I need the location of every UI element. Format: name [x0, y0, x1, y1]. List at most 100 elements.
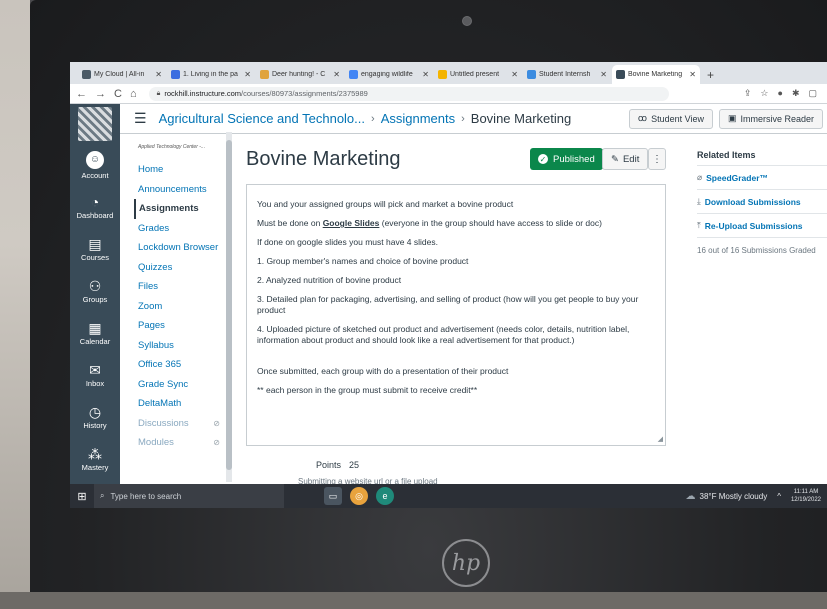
home-icon[interactable]: ⌂ [130, 88, 137, 100]
student-view-button[interactable]: ꝏ Student View [628, 108, 713, 129]
tab-favicon-icon [349, 70, 358, 79]
course-nav-lockdown-browser[interactable]: Lockdown Browser [134, 238, 234, 258]
download-icon: ⤓ [697, 196, 701, 206]
related-item-label: Download Submissions [704, 196, 801, 207]
course-nav-syllabus[interactable]: Syllabus [134, 336, 234, 356]
browser-tab[interactable]: 1. Living in the pa ✕ [167, 65, 255, 84]
bookmark-star-icon[interactable]: ☆ [760, 88, 768, 99]
more-options-icon[interactable]: ⋮ [648, 148, 666, 170]
hp-logo: hp [442, 539, 490, 587]
file-explorer-icon[interactable]: ▭ [324, 487, 342, 505]
extension-icon[interactable]: ● [778, 88, 783, 99]
description-line: If done on google slides you must have 4… [257, 237, 438, 247]
graded-text: out of 16 Submissions Graded [708, 245, 816, 255]
browser-tab[interactable]: Deer hunting! - C ✕ [256, 65, 344, 84]
course-nav-scrollbar[interactable] [226, 132, 232, 482]
course-nav-office-365[interactable]: Office 365 [134, 355, 234, 375]
tab-favicon-icon [260, 70, 269, 79]
global-nav-calendar[interactable]: ▦ Calendar [70, 312, 120, 354]
taskbar-search-placeholder: Type here to search [110, 491, 182, 501]
close-tab-icon[interactable]: ✕ [333, 70, 340, 79]
google-slides-link[interactable]: Google Slides [323, 218, 380, 228]
forward-icon[interactable]: → [95, 88, 106, 100]
global-nav-courses[interactable]: ▤ Courses [70, 228, 120, 270]
course-nav-grade-sync[interactable]: Grade Sync [134, 375, 234, 395]
scrollbar-thumb[interactable] [226, 140, 232, 470]
related-item-link[interactable]: ⤒ Re-Upload Submissions [697, 214, 827, 238]
school-logo[interactable] [70, 104, 120, 144]
close-tab-icon[interactable]: ✕ [244, 70, 251, 79]
description-line: You and your assigned groups will pick a… [257, 199, 514, 209]
browser-tab[interactable]: Bovine Marketing ✕ [612, 65, 700, 84]
clock-time: 11:11 AM [793, 489, 819, 495]
groups-icon: ⚇ [88, 277, 102, 294]
course-nav-pages[interactable]: Pages [134, 316, 234, 336]
reload-icon[interactable]: C [114, 88, 122, 100]
related-item-link[interactable]: ⌀ SpeedGrader™ [697, 166, 827, 190]
resize-handle-icon[interactable]: ◢ [658, 435, 663, 443]
course-nav-modules[interactable]: Modules ⊘ [134, 433, 234, 453]
immersive-reader-button[interactable]: ▣ Immersive Reader [718, 108, 823, 129]
back-icon[interactable]: ← [76, 88, 87, 100]
related-items-sidebar: Related Items ⌀ SpeedGrader™ ⤓ Download Sub… [697, 144, 827, 484]
global-nav-inbox[interactable]: ✉ Inbox [70, 354, 120, 396]
breadcrumb-course[interactable]: Agricultural Science and Technolo... [159, 111, 365, 126]
browser-tab[interactable]: Untitled present ✕ [434, 65, 522, 84]
course-nav-files[interactable]: Files [134, 277, 234, 297]
hidden-eye-icon: ⊘ [213, 418, 220, 428]
tab-favicon-icon [82, 70, 91, 79]
global-nav-account[interactable]: ☺ Account [70, 144, 120, 186]
course-nav-announcements[interactable]: Announcements [134, 180, 234, 200]
global-nav-history[interactable]: ◷ History [70, 396, 120, 438]
course-nav-zoom[interactable]: Zoom [134, 297, 234, 317]
close-tab-icon[interactable]: ✕ [511, 70, 518, 79]
global-nav-groups[interactable]: ⚇ Groups [70, 270, 120, 312]
course-nav-label: Grade Sync [138, 378, 189, 390]
close-tab-icon[interactable]: ✕ [600, 70, 607, 79]
chrome-icon[interactable]: ◎ [350, 487, 368, 505]
course-nav-home[interactable]: Home [134, 160, 234, 180]
upload-icon: ⤒ [697, 220, 701, 230]
course-nav-assignments[interactable]: Assignments [134, 199, 234, 219]
global-nav-mastery[interactable]: ⁂ Mastery [70, 438, 120, 480]
global-nav-label: Mastery [81, 462, 109, 472]
related-item-link[interactable]: ⤓ Download Submissions [697, 190, 827, 214]
close-tab-icon[interactable]: ✕ [689, 70, 696, 79]
edit-button[interactable]: ✎ Edit [602, 148, 649, 170]
clock[interactable]: 11:11 AM 12/19/2022 [791, 488, 827, 504]
weather-widget[interactable]: ☁ 38°F Mostly cloudy ^ [686, 491, 791, 502]
browser-tab[interactable]: engaging wildlife ✕ [345, 65, 433, 84]
new-tab-icon[interactable]: + [707, 65, 714, 84]
windows-start-icon[interactable]: ⊞ [70, 484, 94, 508]
browser-tab[interactable]: Student Internsh ✕ [523, 65, 611, 84]
close-tab-icon[interactable]: ✕ [155, 70, 162, 79]
course-nav-label: Zoom [138, 300, 163, 312]
course-nav-label: Files [138, 281, 159, 293]
published-button[interactable]: ✓ Published [530, 148, 603, 170]
sidepanel-icon[interactable]: ▢ [808, 88, 817, 99]
graded-count: 16 out of 16 Submissions Graded [697, 238, 827, 262]
browser-tab[interactable]: My Cloud | All-in ✕ [78, 65, 166, 84]
edge-icon[interactable]: e [376, 487, 394, 505]
description-line: Must be done on Google Slides (everyone … [257, 218, 602, 228]
course-nav-quizzes[interactable]: Quizzes [134, 258, 234, 278]
address-bar[interactable]: 🔒︎ rockhill.instructure.com/courses/8097… [148, 86, 669, 101]
tab-title: Student Internsh [539, 71, 591, 78]
history-icon: ◷ [88, 403, 102, 420]
share-icon[interactable]: ⇪ [744, 88, 752, 99]
breadcrumb-assignments[interactable]: Assignments [381, 111, 455, 126]
browser-toolbar: ← → C ⌂ 🔒︎ rockhill.instructure.com/cour… [70, 84, 827, 104]
courses-icon: ▤ [88, 235, 102, 252]
hamburger-menu-icon[interactable]: ☰ [134, 110, 147, 127]
tray-chevron-icon[interactable]: ^ [777, 492, 781, 501]
taskbar-apps: ▭ ◎ e [324, 487, 394, 505]
course-nav-grades[interactable]: Grades [134, 219, 234, 239]
glasses-icon: ꝏ [637, 113, 648, 123]
related-item-label: SpeedGrader™ [706, 172, 769, 183]
global-nav-dashboard[interactable]: ◔ Dashboard [70, 186, 120, 228]
course-nav-discussions[interactable]: Discussions ⊘ [134, 414, 234, 434]
puzzle-icon[interactable]: ✱ [792, 88, 800, 99]
taskbar-search[interactable]: ⌕ Type here to search [94, 484, 284, 508]
course-nav-deltamath[interactable]: DeltaMath [134, 394, 234, 414]
close-tab-icon[interactable]: ✕ [422, 70, 429, 79]
